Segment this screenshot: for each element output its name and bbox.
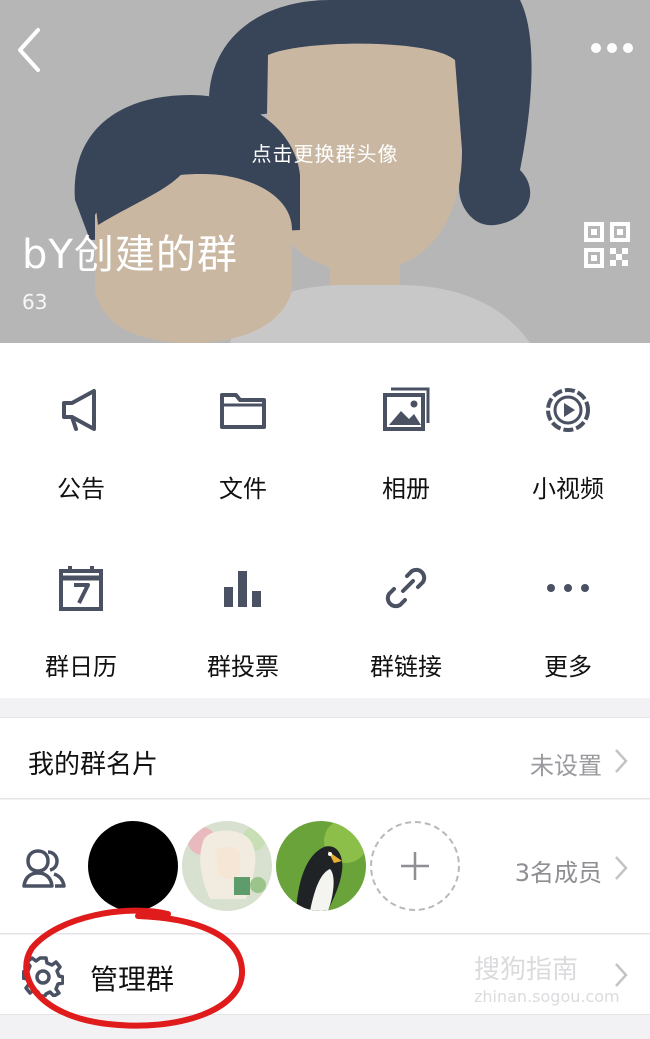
grid-item-more[interactable]: 更多 xyxy=(487,521,649,697)
grid-item-short-video[interactable]: 小视频 xyxy=(487,343,649,519)
grid-item-vote[interactable]: 群投票 xyxy=(162,521,324,697)
more-dots-icon xyxy=(547,584,589,592)
qr-code-icon[interactable] xyxy=(584,222,630,268)
group-avatar-illustration[interactable] xyxy=(0,0,650,343)
grid-item-album[interactable]: 相册 xyxy=(325,343,487,519)
group-header[interactable]: 点击更换群头像 bY创建的群 63 xyxy=(0,0,650,343)
manage-group-label: 管理群 xyxy=(90,963,175,996)
grid-item-label: 群日历 xyxy=(45,653,117,681)
bar-chart-icon xyxy=(224,571,261,607)
grid-item-label: 更多 xyxy=(544,653,592,681)
chevron-right-icon xyxy=(615,963,628,987)
calendar-icon xyxy=(59,566,103,611)
back-chevron-icon[interactable] xyxy=(8,22,52,78)
my-group-card-value: 未设置 xyxy=(530,752,602,780)
grid-item-label: 群链接 xyxy=(370,653,442,681)
sogou-watermark-url: zhinan.sogou.com xyxy=(474,987,620,1006)
video-play-icon xyxy=(546,388,590,432)
sogou-watermark: 搜狗指南 xyxy=(474,955,579,985)
my-group-card-title: 我的群名片 xyxy=(28,750,159,780)
folder-icon xyxy=(220,393,266,429)
grid-item-label: 文件 xyxy=(219,475,267,503)
gear-icon xyxy=(22,956,64,997)
member-avatar[interactable] xyxy=(276,821,366,911)
grid-item-files[interactable]: 文件 xyxy=(162,343,324,519)
change-avatar-hint[interactable]: 点击更换群头像 xyxy=(0,138,650,167)
members-icon xyxy=(22,849,66,888)
grid-item-link[interactable]: 群链接 xyxy=(325,521,487,697)
grid-item-label: 公告 xyxy=(57,475,105,503)
plus-icon xyxy=(401,852,429,880)
grid-item-label: 群投票 xyxy=(207,653,279,681)
grid-item-announcement[interactable]: 公告 xyxy=(0,343,162,519)
grid-item-calendar[interactable]: 群日历 xyxy=(0,521,162,697)
more-dots-icon[interactable] xyxy=(588,34,636,62)
manage-group-row[interactable]: 管理群 搜狗指南 zhinan.sogou.com xyxy=(0,935,650,1015)
member-avatar[interactable] xyxy=(182,821,272,911)
group-name: bY创建的群 xyxy=(22,232,238,278)
megaphone-icon xyxy=(62,389,96,431)
add-member-button[interactable] xyxy=(370,821,460,911)
member-count: 3名成员 xyxy=(514,859,602,887)
group-id: 63 xyxy=(22,290,48,314)
link-icon xyxy=(385,567,427,609)
chevron-right-icon xyxy=(615,856,628,880)
feature-grid: 公告 文件 相册 小视频 群日历 群投票 群链接 更多 xyxy=(0,343,650,698)
my-group-card-row[interactable]: 我的群名片 未设置 xyxy=(0,717,650,799)
chevron-right-icon xyxy=(615,749,628,773)
photo-album-icon xyxy=(383,387,430,431)
member-avatar[interactable] xyxy=(88,821,178,911)
members-row[interactable]: 3名成员 xyxy=(0,800,650,934)
grid-item-label: 相册 xyxy=(382,475,430,503)
grid-item-label: 小视频 xyxy=(532,475,604,503)
